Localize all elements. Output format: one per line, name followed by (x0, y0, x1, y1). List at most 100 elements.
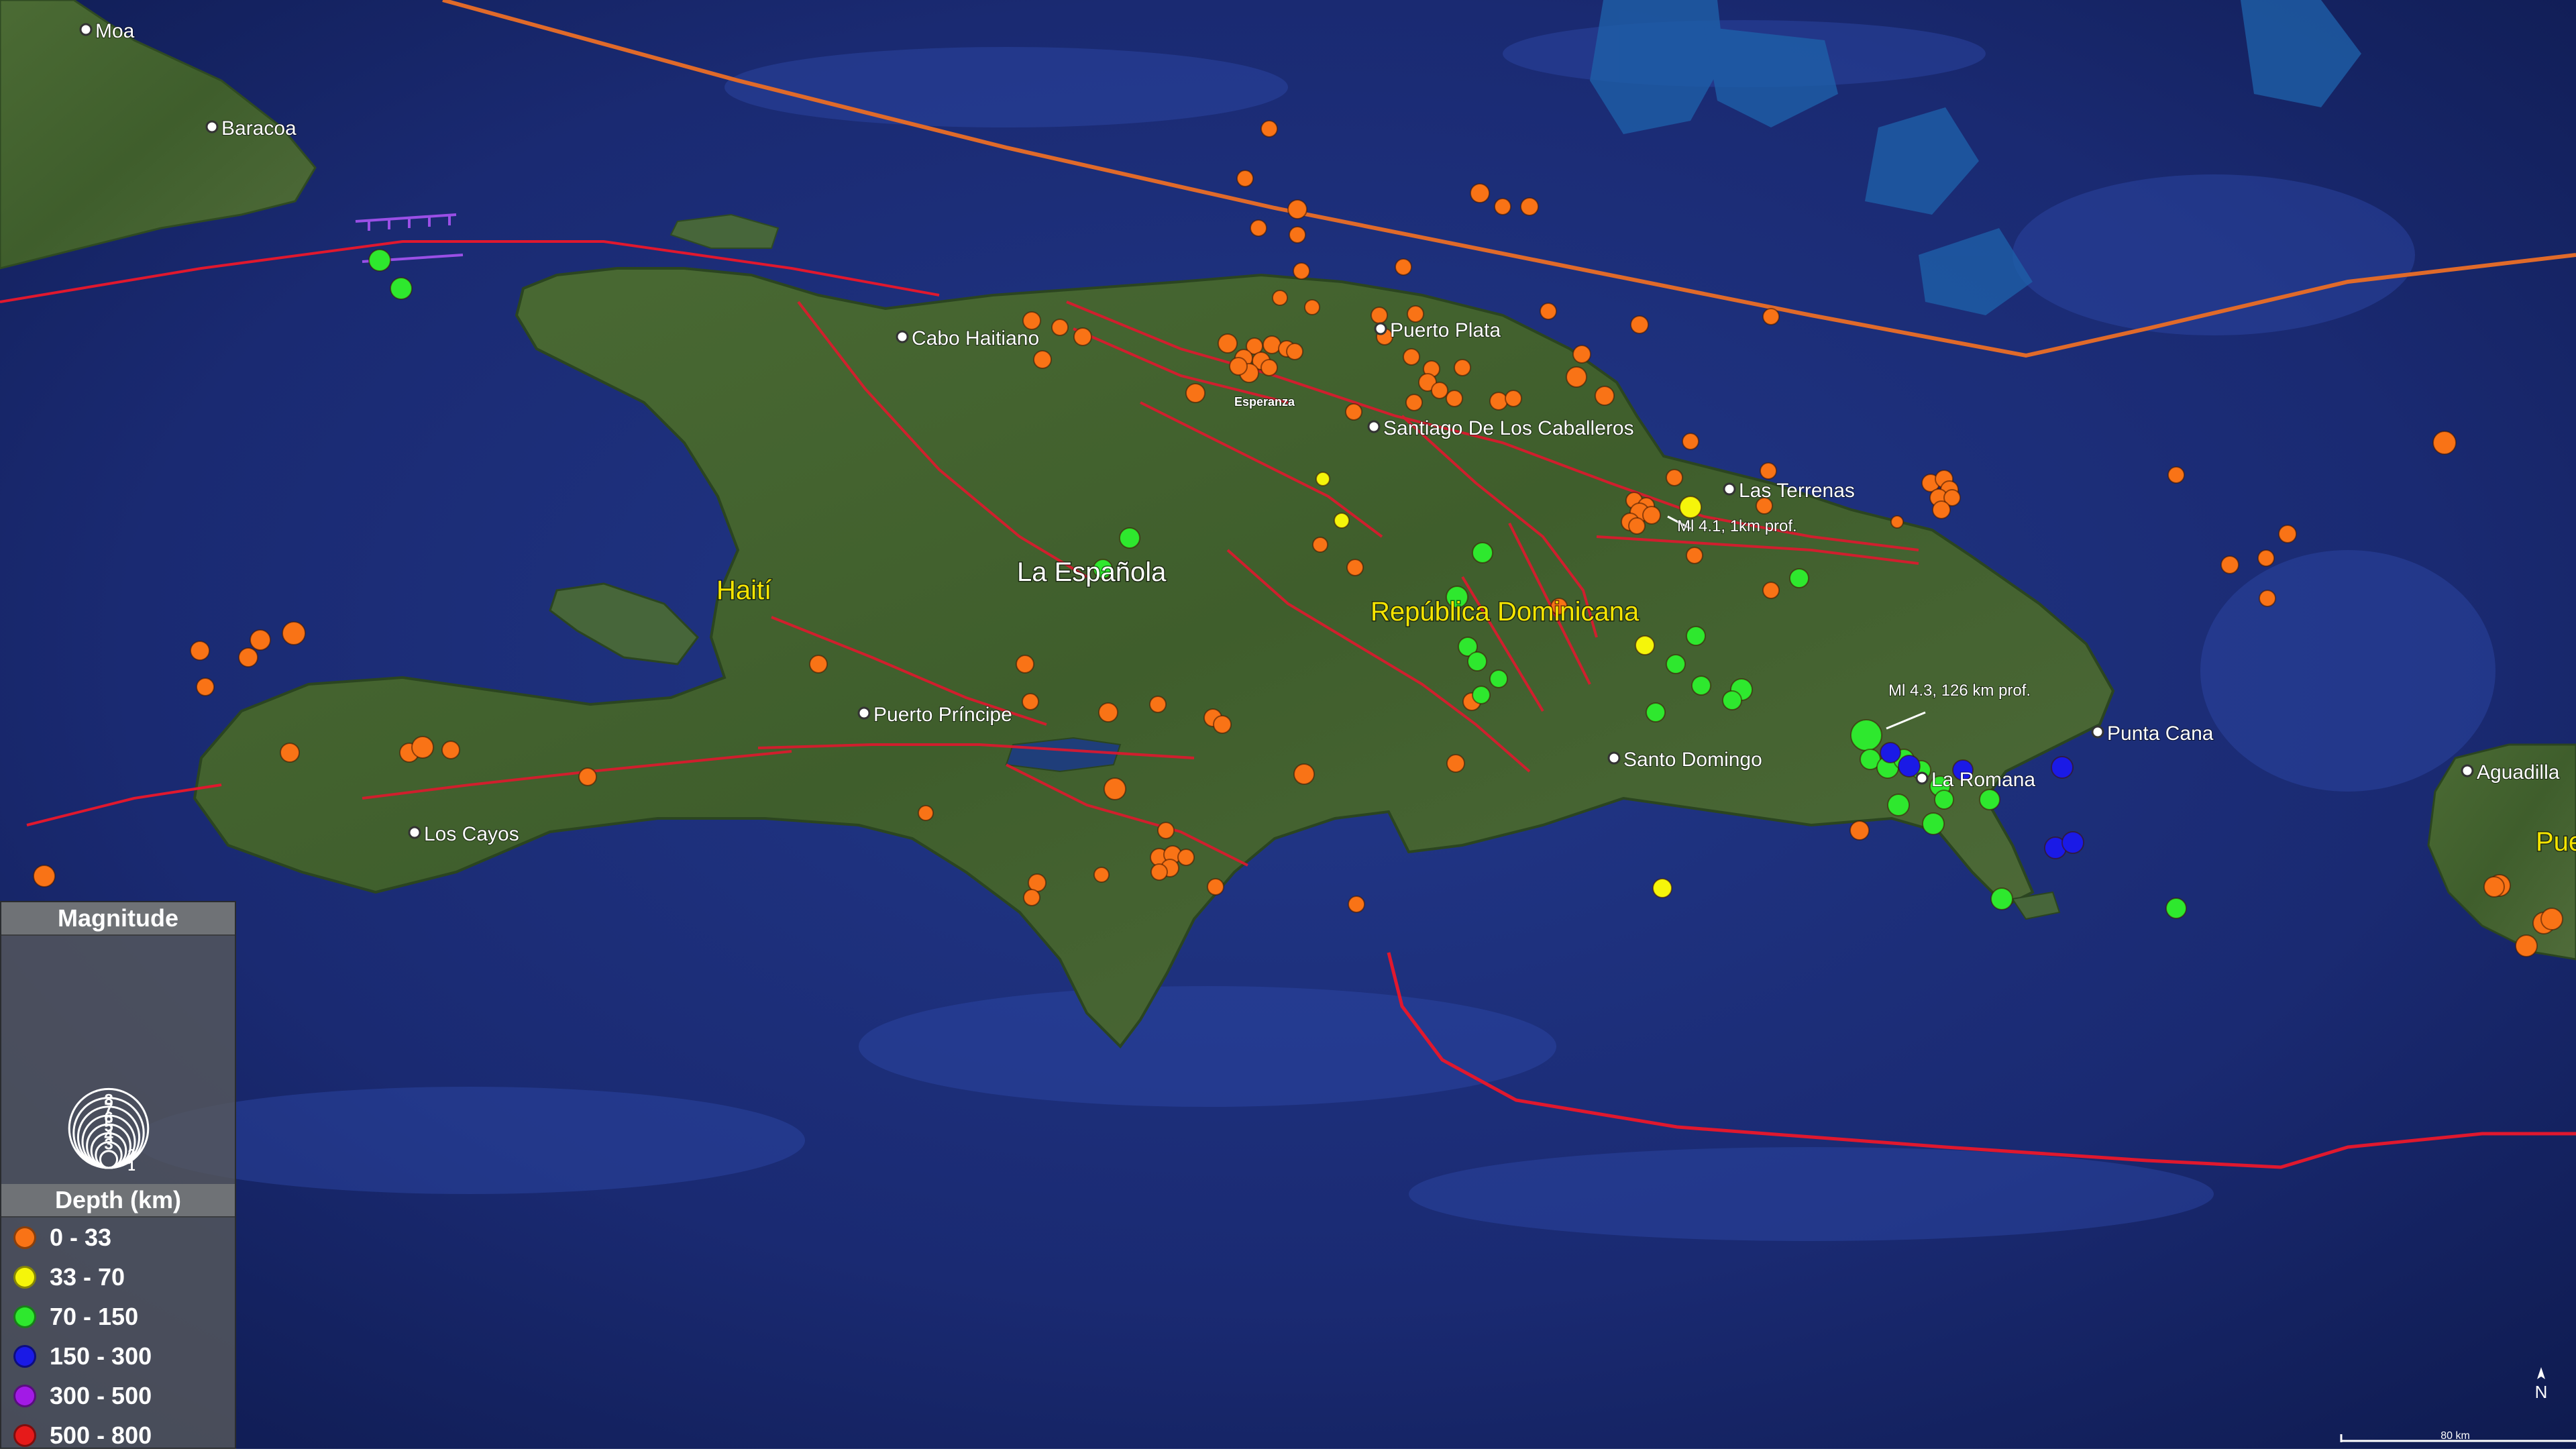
earthquake-event[interactable] (1431, 382, 1448, 399)
earthquake-event[interactable] (918, 805, 934, 821)
earthquake-event[interactable] (1263, 335, 1281, 354)
earthquake-event[interactable] (1520, 197, 1539, 216)
earthquake-event[interactable] (1472, 542, 1493, 563)
earthquake-event[interactable] (1287, 199, 1307, 219)
map-canvas[interactable]: Moa Baracoa Cabo Haitiano Puerto Plata Santi… (0, 0, 2576, 1449)
earthquake-event[interactable] (1932, 500, 1951, 519)
earthquake-event[interactable] (1236, 170, 1254, 187)
earthquake-event[interactable] (1990, 887, 2013, 910)
earthquake-event[interactable] (1051, 319, 1069, 336)
earthquake-event[interactable] (2167, 466, 2185, 484)
earthquake-event[interactable] (1898, 755, 1921, 777)
earthquake-event[interactable] (1652, 878, 1672, 898)
earthquake-event[interactable] (1446, 390, 1463, 407)
earthquake-event[interactable] (1566, 366, 1587, 388)
earthquake-event[interactable] (1229, 357, 1248, 376)
earthquake-event[interactable] (1150, 863, 1168, 881)
earthquake-event[interactable] (1185, 383, 1205, 403)
earthquake-event[interactable] (1272, 290, 1288, 306)
earthquake-event[interactable] (1119, 527, 1140, 549)
earthquake-event[interactable] (1922, 812, 1945, 835)
earthquake-event[interactable] (1666, 654, 1686, 674)
earthquake-event[interactable] (441, 741, 460, 759)
earthquake-event[interactable] (2432, 431, 2457, 455)
earthquake-event[interactable] (2540, 908, 2563, 930)
earthquake-event[interactable] (1489, 392, 1508, 411)
earthquake-event[interactable] (2515, 934, 2538, 957)
earthquake-event[interactable] (1207, 878, 1224, 896)
earthquake-event[interactable] (1403, 348, 1420, 366)
earthquake-event[interactable] (1016, 655, 1034, 673)
earthquake-event[interactable] (1635, 635, 1655, 655)
earthquake-event[interactable] (1022, 693, 1039, 710)
earthquake-event[interactable] (1289, 226, 1306, 244)
earthquake-event[interactable] (1312, 537, 1328, 553)
earthquake-event[interactable] (1628, 517, 1646, 535)
earthquake-event[interactable] (1371, 307, 1388, 324)
earthquake-event[interactable] (1722, 690, 1742, 710)
earthquake-event[interactable] (1157, 822, 1175, 839)
earthquake-event[interactable] (1334, 513, 1350, 529)
earthquake-event[interactable] (578, 767, 597, 786)
earthquake-event[interactable] (190, 641, 210, 661)
earthquake-event[interactable] (1472, 686, 1491, 704)
earthquake-event[interactable] (1098, 702, 1118, 722)
earthquake-event[interactable] (1686, 547, 1703, 564)
earthquake-event[interactable] (1630, 315, 1649, 334)
earthquake-event[interactable] (2483, 876, 2505, 898)
earthquake-event[interactable] (2165, 898, 2187, 919)
earthquake-event[interactable] (250, 629, 271, 651)
earthquake-event[interactable] (1467, 651, 1487, 671)
earthquake-event[interactable] (1760, 462, 1777, 480)
earthquake-event[interactable] (1646, 702, 1666, 722)
earthquake-event[interactable] (2257, 549, 2275, 567)
earthquake-event[interactable] (1023, 889, 1040, 906)
earthquake-event[interactable] (1979, 789, 2000, 810)
earthquake-event[interactable] (1540, 303, 1557, 320)
earthquake-event[interactable] (1104, 777, 1126, 800)
earthquake-event[interactable] (1682, 433, 1699, 450)
earthquake-event[interactable] (1494, 198, 1511, 215)
earthquake-event[interactable] (809, 655, 828, 673)
earthquake-event[interactable] (1218, 333, 1238, 354)
earthquake-event[interactable] (368, 249, 391, 272)
earthquake-event[interactable] (1887, 794, 1910, 816)
earthquake-event[interactable] (1293, 262, 1310, 280)
earthquake-event[interactable] (1454, 359, 1471, 376)
earthquake-event[interactable] (1304, 299, 1320, 315)
earthquake-event[interactable] (1762, 308, 1780, 325)
earthquake-event[interactable] (1880, 742, 1901, 763)
earthquake-event[interactable] (1177, 849, 1195, 866)
earthquake-event[interactable] (1642, 506, 1661, 525)
earthquake-event[interactable] (1849, 820, 1870, 841)
earthquake-event[interactable] (1348, 896, 1365, 913)
earthquake-event[interactable] (1572, 345, 1591, 364)
earthquake-event[interactable] (1890, 515, 1904, 529)
earthquake-event[interactable] (1679, 496, 1702, 519)
earthquake-event[interactable] (196, 678, 215, 696)
earthquake-event[interactable] (282, 621, 306, 645)
earthquake-event[interactable] (1505, 390, 1522, 407)
earthquake-event[interactable] (1316, 472, 1330, 486)
earthquake-event[interactable] (411, 736, 434, 759)
earthquake-event[interactable] (2278, 525, 2297, 543)
earthquake-event[interactable] (1489, 669, 1508, 688)
earthquake-event[interactable] (1346, 559, 1364, 576)
earthquake-event[interactable] (1093, 867, 1110, 883)
earthquake-event[interactable] (1762, 582, 1780, 599)
earthquake-event[interactable] (1691, 676, 1711, 696)
earthquake-event[interactable] (2051, 756, 2074, 779)
earthquake-event[interactable] (1149, 696, 1167, 713)
earthquake-event[interactable] (2061, 831, 2084, 854)
earthquake-event[interactable] (238, 647, 258, 667)
earthquake-event[interactable] (1286, 343, 1303, 360)
earthquake-event[interactable] (1686, 626, 1706, 646)
earthquake-event[interactable] (1934, 790, 1954, 810)
earthquake-event[interactable] (2259, 590, 2276, 607)
earthquake-event[interactable] (1213, 715, 1232, 734)
earthquake-event[interactable] (1470, 183, 1490, 203)
earthquake-event[interactable] (390, 277, 413, 300)
earthquake-event[interactable] (1293, 763, 1315, 785)
earthquake-event[interactable] (2220, 555, 2239, 574)
earthquake-event[interactable] (1789, 568, 1809, 588)
